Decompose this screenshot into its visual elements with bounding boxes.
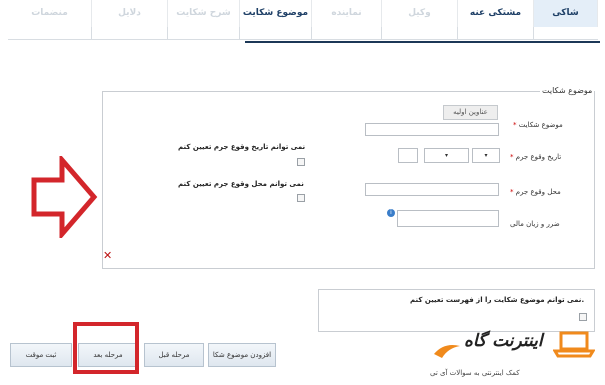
- subject-input[interactable]: [365, 123, 499, 136]
- tab-subrow: [8, 27, 598, 40]
- tab-complaint-description[interactable]: شرح شکایت: [168, 0, 240, 27]
- initial-titles-button[interactable]: عناوین اولیه: [443, 105, 498, 120]
- crime-place-label: * محل وقوع جرم: [510, 188, 561, 196]
- info-icon[interactable]: i: [387, 209, 395, 217]
- loss-label: ضرر و زیان مالی: [510, 220, 560, 228]
- tab-complainant[interactable]: شاکی: [534, 0, 598, 27]
- arrow-right-icon: [31, 156, 98, 238]
- panel-legend: موضوع شکایت: [540, 86, 595, 95]
- tab-representative[interactable]: نماینده: [312, 0, 382, 27]
- tab-lawyer[interactable]: وکیل: [382, 0, 458, 27]
- tab-defendant[interactable]: مشتکی عنه: [458, 0, 534, 27]
- previous-step-button[interactable]: مرحله قبل: [144, 343, 204, 367]
- complaint-subject-panel: [102, 91, 595, 269]
- laptop-logo-icon: [553, 331, 595, 358]
- next-step-highlight: [73, 322, 139, 374]
- site-logo-text: اینترنت گاه: [464, 331, 543, 351]
- crime-date-month-select[interactable]: ▾: [424, 148, 469, 163]
- crime-date-year-select[interactable]: ▾: [472, 148, 500, 163]
- cannot-place-label: نمی توانم محل وقوع جرم تعیین کنم: [178, 180, 304, 188]
- swoosh-logo-icon: [434, 345, 460, 358]
- cannot-date-checkbox[interactable]: [297, 158, 305, 166]
- crime-date-day-input[interactable]: [398, 148, 418, 163]
- cannot-subject-checkbox[interactable]: [579, 313, 587, 321]
- temporary-save-button[interactable]: ثبت موقت: [10, 343, 72, 367]
- tab-attachments[interactable]: منضمات: [8, 0, 92, 27]
- loss-input[interactable]: [397, 210, 499, 227]
- cannot-place-checkbox[interactable]: [297, 194, 305, 202]
- crime-place-input[interactable]: [365, 183, 499, 196]
- subject-label: * موضوع شکایت: [513, 121, 563, 129]
- tab-bar: شاکی مشتکی عنه وکیل نماینده موضوع شکایت …: [8, 0, 598, 27]
- add-subject-button[interactable]: افزودن موضوع شکا: [208, 343, 276, 367]
- cannot-subject-label: نمی توانم موضوع شکایت را از فهرست تعیین …: [410, 296, 585, 304]
- tab-reasons[interactable]: دلایل: [92, 0, 168, 27]
- active-tab-indicator: [245, 41, 600, 43]
- close-icon[interactable]: ✕: [103, 249, 112, 262]
- tab-complaint-subject[interactable]: موضوع شکایت: [240, 0, 312, 27]
- cannot-date-label: نمی توانم تاریخ وقوع جرم تعیین کنم: [178, 143, 306, 151]
- site-logo-subtitle: کمک اینترنتی به سوالات آی تی: [430, 369, 520, 377]
- crime-date-label: * تاریخ وقوع جرم: [510, 153, 562, 161]
